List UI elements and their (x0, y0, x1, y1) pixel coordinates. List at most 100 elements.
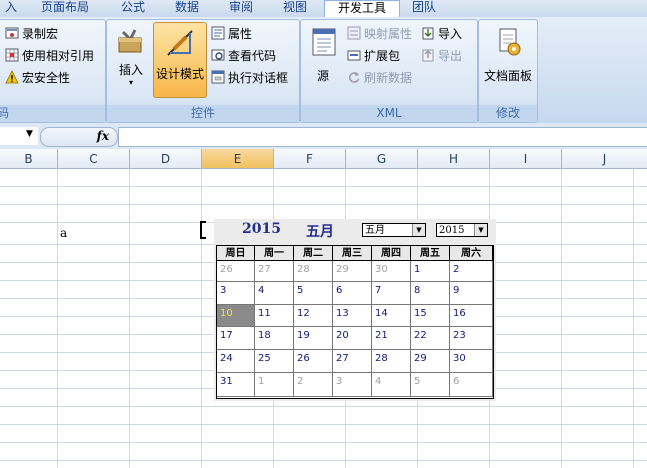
design-mode-button[interactable]: 设计模式 (153, 22, 207, 98)
document-panel-icon (499, 28, 521, 56)
export-button[interactable]: 导出 (421, 46, 462, 66)
calendar-day[interactable]: 29 (333, 261, 372, 282)
calendar-day[interactable]: 3 (217, 282, 255, 305)
calendar-day[interactable]: 2 (450, 261, 493, 282)
calendar-day[interactable]: 16 (450, 305, 493, 327)
calendar-day[interactable]: 26 (294, 350, 333, 373)
document-panel-button[interactable]: 文档面板 (481, 26, 535, 86)
record-macro-label: 录制宏 (22, 27, 59, 41)
calendar-day[interactable]: 2 (294, 373, 333, 397)
calendar-day[interactable]: 19 (294, 327, 333, 350)
calendar-day[interactable]: 14 (372, 305, 411, 327)
calendar-day[interactable]: 31 (217, 373, 255, 397)
column-header-g[interactable]: G (346, 149, 418, 169)
column-header-e[interactable]: E (202, 149, 274, 169)
cell-c-value[interactable]: a (60, 226, 67, 240)
calendar-day[interactable]: 23 (450, 327, 493, 350)
calendar-day[interactable]: 6 (333, 282, 372, 305)
tab-page-layout[interactable]: 页面布局 (30, 0, 100, 17)
calendar-day[interactable]: 27 (333, 350, 372, 373)
calendar-day[interactable]: 24 (217, 350, 255, 373)
calendar-day[interactable]: 1 (255, 373, 294, 397)
use-relative-reference-button[interactable]: 使用相对引用 (5, 46, 94, 66)
export-label: 导出 (438, 49, 463, 63)
tab-developer[interactable]: 开发工具 (324, 0, 400, 18)
calendar-day[interactable]: 18 (255, 327, 294, 350)
view-code-button[interactable]: 查看代码 (211, 46, 276, 66)
view-code-icon (211, 49, 225, 61)
warning-icon (5, 70, 19, 84)
column-header-f[interactable]: F (274, 149, 346, 169)
calendar-day[interactable]: 30 (450, 350, 493, 373)
calendar-day[interactable]: 27 (255, 261, 294, 282)
import-icon (422, 27, 434, 40)
calendar-day[interactable]: 6 (450, 373, 493, 397)
macro-security-button[interactable]: 宏安全性 (5, 68, 70, 88)
expansion-packs-button[interactable]: 扩展包 (347, 46, 400, 66)
import-button[interactable]: 导入 (421, 24, 462, 44)
calendar-control[interactable]: 2015 五月 五月 ▼ 2015 ▼ 周日 周一 周二 周三 周四 周五 周六 26 27 28… (214, 219, 496, 401)
record-macro-button[interactable]: 录制宏 (5, 24, 58, 44)
calendar-month-title: 五月 (306, 224, 334, 240)
column-header-j[interactable]: J (562, 149, 647, 169)
name-box-dropdown-icon[interactable]: ▼ (26, 129, 33, 139)
calendar-day[interactable]: 13 (333, 305, 372, 327)
calendar-day[interactable]: 21 (372, 327, 411, 350)
calendar-day-selected[interactable]: 10 (217, 305, 255, 327)
weekday-header: 周五 (411, 246, 450, 261)
tab-data[interactable]: 数据 (164, 0, 210, 17)
insert-function-button[interactable]: fx (40, 127, 118, 147)
tab-formulas[interactable]: 公式 (108, 0, 158, 17)
calendar-day[interactable]: 1 (411, 261, 450, 282)
insert-control-button[interactable]: 插入 ▾ (111, 26, 151, 96)
calendar-day[interactable]: 28 (372, 350, 411, 373)
tab-review[interactable]: 审阅 (218, 0, 264, 17)
grid-line (0, 204, 647, 205)
tab-insert[interactable]: 入 (0, 0, 22, 17)
import-label: 导入 (438, 27, 463, 41)
column-header-h[interactable]: H (418, 149, 490, 169)
column-header-b[interactable]: B (0, 149, 58, 169)
weekday-header: 周二 (294, 246, 333, 261)
grid-line (0, 460, 647, 461)
properties-label: 属性 (228, 27, 253, 41)
calendar-day[interactable]: 17 (217, 327, 255, 350)
calendar-day[interactable]: 3 (333, 373, 372, 397)
column-header-i[interactable]: I (490, 149, 562, 169)
tab-view[interactable]: 视图 (272, 0, 318, 17)
calendar-day[interactable]: 8 (411, 282, 450, 305)
design-mode-label: 设计模式 (155, 67, 204, 81)
formula-input[interactable] (118, 127, 647, 147)
calendar-day[interactable]: 4 (255, 282, 294, 305)
calendar-day[interactable]: 9 (450, 282, 493, 305)
calendar-day[interactable]: 12 (294, 305, 333, 327)
tab-team[interactable]: 团队 (404, 0, 444, 17)
calendar-day[interactable]: 7 (372, 282, 411, 305)
map-properties-button[interactable]: 映射属性 (347, 24, 412, 44)
control-selection-handle[interactable] (200, 221, 206, 239)
xml-source-button[interactable]: 源 (305, 26, 341, 86)
calendar-day[interactable]: 28 (294, 261, 333, 282)
calendar-day[interactable]: 11 (255, 305, 294, 327)
chevron-down-icon[interactable]: ▼ (474, 224, 487, 236)
calendar-day[interactable]: 20 (333, 327, 372, 350)
record-macro-icon (5, 27, 19, 39)
year-select[interactable]: 2015 ▼ (436, 223, 488, 237)
calendar-day[interactable]: 4 (372, 373, 411, 397)
calendar-day[interactable]: 29 (411, 350, 450, 373)
calendar-day[interactable]: 25 (255, 350, 294, 373)
column-header-c[interactable]: C (58, 149, 130, 169)
month-select[interactable]: 五月 ▼ (362, 223, 426, 237)
calendar-day[interactable]: 5 (294, 282, 333, 305)
column-header-d[interactable]: D (130, 149, 202, 169)
calendar-day[interactable]: 22 (411, 327, 450, 350)
calendar-day[interactable]: 26 (217, 261, 255, 282)
run-dialog-button[interactable]: 执行对话框 (211, 68, 288, 88)
refresh-data-button[interactable]: 刷新数据 (347, 68, 412, 88)
refresh-icon (349, 72, 360, 83)
calendar-day[interactable]: 5 (411, 373, 450, 397)
calendar-day[interactable]: 30 (372, 261, 411, 282)
calendar-day[interactable]: 15 (411, 305, 450, 327)
chevron-down-icon[interactable]: ▼ (412, 224, 425, 236)
properties-button[interactable]: 属性 (211, 24, 252, 44)
